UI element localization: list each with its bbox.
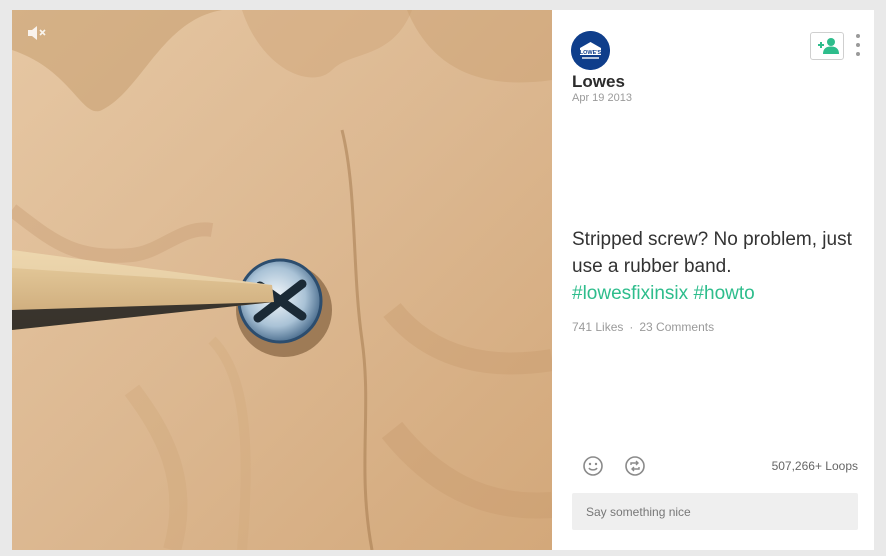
- more-options-button[interactable]: [854, 34, 862, 60]
- comment-input[interactable]: [572, 493, 858, 530]
- add-person-icon: [818, 38, 839, 54]
- speaker-muted-icon[interactable]: [26, 24, 48, 42]
- caption-text: Stripped screw? No problem, just use a r…: [572, 229, 852, 277]
- stats-separator: ·: [629, 320, 634, 334]
- revine-loop-icon: [625, 456, 645, 476]
- video-frame: [12, 10, 552, 550]
- like-button[interactable]: [582, 455, 604, 477]
- post-card: LOWE'S Lowes Apr 19 2013 Stripped screw?…: [12, 10, 874, 550]
- author-name[interactable]: Lowes: [572, 72, 625, 92]
- avatar-logo-text: LOWE'S: [580, 50, 602, 56]
- hashtag-howto[interactable]: #howto: [693, 283, 754, 304]
- comments-count[interactable]: 23 Comments: [639, 320, 714, 334]
- post-details-panel: LOWE'S Lowes Apr 19 2013 Stripped screw?…: [552, 10, 874, 550]
- post-caption: Stripped screw? No problem, just use a r…: [572, 226, 862, 307]
- avatar[interactable]: LOWE'S: [571, 31, 610, 70]
- likes-count[interactable]: 741 Likes: [572, 320, 623, 334]
- revine-button[interactable]: [624, 455, 646, 477]
- video-player[interactable]: [12, 10, 552, 550]
- post-date: Apr 19 2013: [572, 92, 632, 104]
- loop-count: 507,266+ Loops: [771, 459, 858, 473]
- lowes-logo: LOWE'S: [571, 31, 610, 70]
- follow-button[interactable]: [810, 32, 844, 60]
- smiley-icon: [583, 456, 603, 476]
- post-stats: 741 Likes · 23 Comments: [572, 320, 714, 334]
- hashtag-lowesfixinsix[interactable]: #lowesfixinsix: [572, 283, 688, 304]
- vertical-ellipsis-icon: [854, 34, 862, 56]
